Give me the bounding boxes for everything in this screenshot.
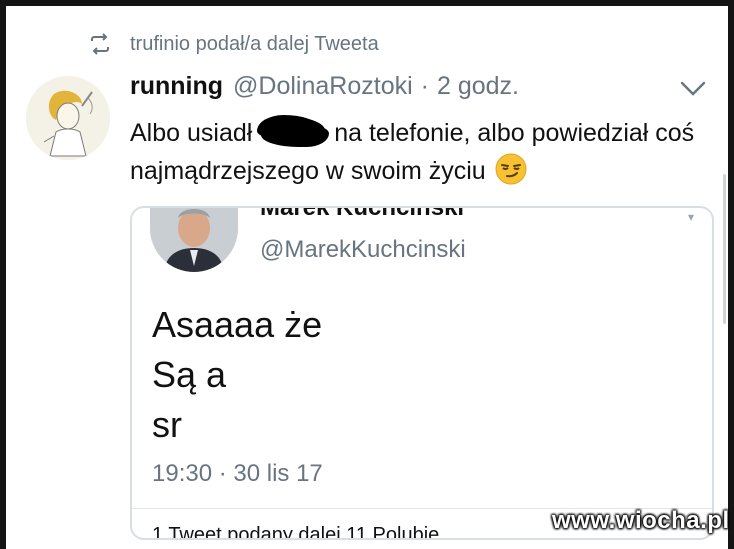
retweet-indicator[interactable]: trufinio podał/a dalej Tweeta	[88, 30, 379, 58]
quoted-tweet[interactable]: Marek Kuchcinski ▾ @MarekKuchcinski Asaa…	[130, 206, 714, 540]
avatar-illustration-icon	[26, 76, 110, 160]
author-handle[interactable]: @DolinaRoztoki	[233, 72, 413, 101]
tweet-header: running @DolinaRoztoki · 2 godz.	[130, 72, 519, 101]
tweet-card: trufinio podał/a dalej Tweeta running @D…	[6, 6, 728, 549]
avatar[interactable]	[26, 76, 110, 160]
quoted-avatar[interactable]	[150, 208, 238, 272]
quoted-text: Asaaaa że Są a sr	[152, 300, 322, 450]
author-name[interactable]: running	[130, 72, 223, 101]
retweet-label: trufinio podał/a dalej Tweeta	[130, 32, 379, 55]
watermark: www.wiocha.pl	[552, 507, 730, 534]
quoted-stats[interactable]: 1 Tweet podany dalej 11 Polubie	[152, 524, 439, 538]
quoted-author-handle[interactable]: @MarekKuchcinski	[260, 236, 466, 264]
more-options-icon[interactable]: ▾	[688, 210, 694, 224]
quoted-line: Są a	[152, 354, 227, 395]
scrollbar[interactable]	[723, 174, 726, 324]
quoted-author-name[interactable]: Marek Kuchcinski	[260, 208, 464, 222]
chevron-down-icon[interactable]	[680, 80, 706, 98]
tweet-text: Albo usiadł na telefonie, albo powiedzia…	[130, 114, 720, 190]
portrait-photo-icon	[150, 208, 238, 272]
tweet-timestamp[interactable]: 2 godz.	[437, 72, 519, 101]
retweet-icon	[91, 33, 109, 55]
tweet-text-before: Albo usiadł	[130, 119, 253, 147]
quoted-timestamp[interactable]: 19:30 · 30 lis 17	[152, 460, 323, 488]
quoted-line: Asaaaa że	[152, 304, 323, 345]
quoted-line: sr	[152, 404, 182, 445]
header-separator: ·	[420, 72, 429, 100]
redaction-blob	[261, 117, 326, 147]
smirking-face-emoji-icon	[495, 153, 527, 185]
